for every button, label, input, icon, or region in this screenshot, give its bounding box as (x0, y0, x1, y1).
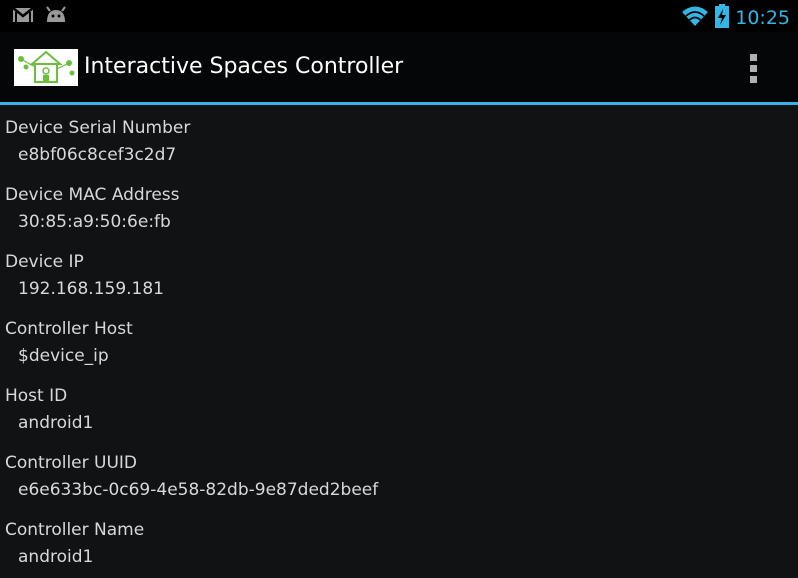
setting-label: Controller Host (5, 319, 133, 339)
setting-controller-name[interactable]: Controller Name android1 (0, 507, 798, 574)
app-title: Interactive Spaces Controller (84, 54, 404, 79)
setting-value: 192.168.159.181 (18, 279, 165, 299)
clock: 10:25 (735, 7, 790, 29)
setting-label: Host ID (5, 386, 68, 406)
setting-label: Device MAC Address (5, 185, 180, 205)
settings-list: Device Serial Number e8bf06c8cef3c2d7 De… (0, 105, 798, 574)
setting-value: android1 (18, 413, 94, 433)
setting-label: Device Serial Number (5, 118, 191, 138)
setting-value: e8bf06c8cef3c2d7 (18, 145, 177, 165)
setting-value: e6e633bc-0c69-4e58-82db-9e87ded2beef (18, 480, 379, 500)
wifi-icon (681, 5, 709, 31)
battery-charging-icon (715, 4, 730, 32)
setting-value: android1 (18, 547, 94, 567)
gmail-icon (12, 6, 34, 28)
action-bar: Interactive Spaces Controller (0, 32, 798, 102)
setting-label: Device IP (5, 252, 84, 272)
setting-device-ip[interactable]: Device IP 192.168.159.181 (0, 239, 798, 306)
setting-device-serial-number[interactable]: Device Serial Number e8bf06c8cef3c2d7 (0, 105, 798, 172)
setting-value: 30:85:a9:50:6e:fb (18, 212, 171, 232)
app-logo-icon[interactable] (14, 49, 78, 86)
setting-label: Controller UUID (5, 453, 138, 473)
setting-controller-uuid[interactable]: Controller UUID e6e633bc-0c69-4e58-82db-… (0, 440, 798, 507)
status-bar: 10:25 (0, 0, 798, 32)
setting-value: $device_ip (18, 346, 109, 366)
setting-device-mac-address[interactable]: Device MAC Address 30:85:a9:50:6e:fb (0, 172, 798, 239)
setting-controller-host[interactable]: Controller Host $device_ip (0, 306, 798, 373)
android-debug-icon (44, 6, 68, 28)
setting-host-id[interactable]: Host ID android1 (0, 373, 798, 440)
overflow-menu-icon[interactable] (750, 54, 762, 84)
setting-label: Controller Name (5, 520, 145, 540)
